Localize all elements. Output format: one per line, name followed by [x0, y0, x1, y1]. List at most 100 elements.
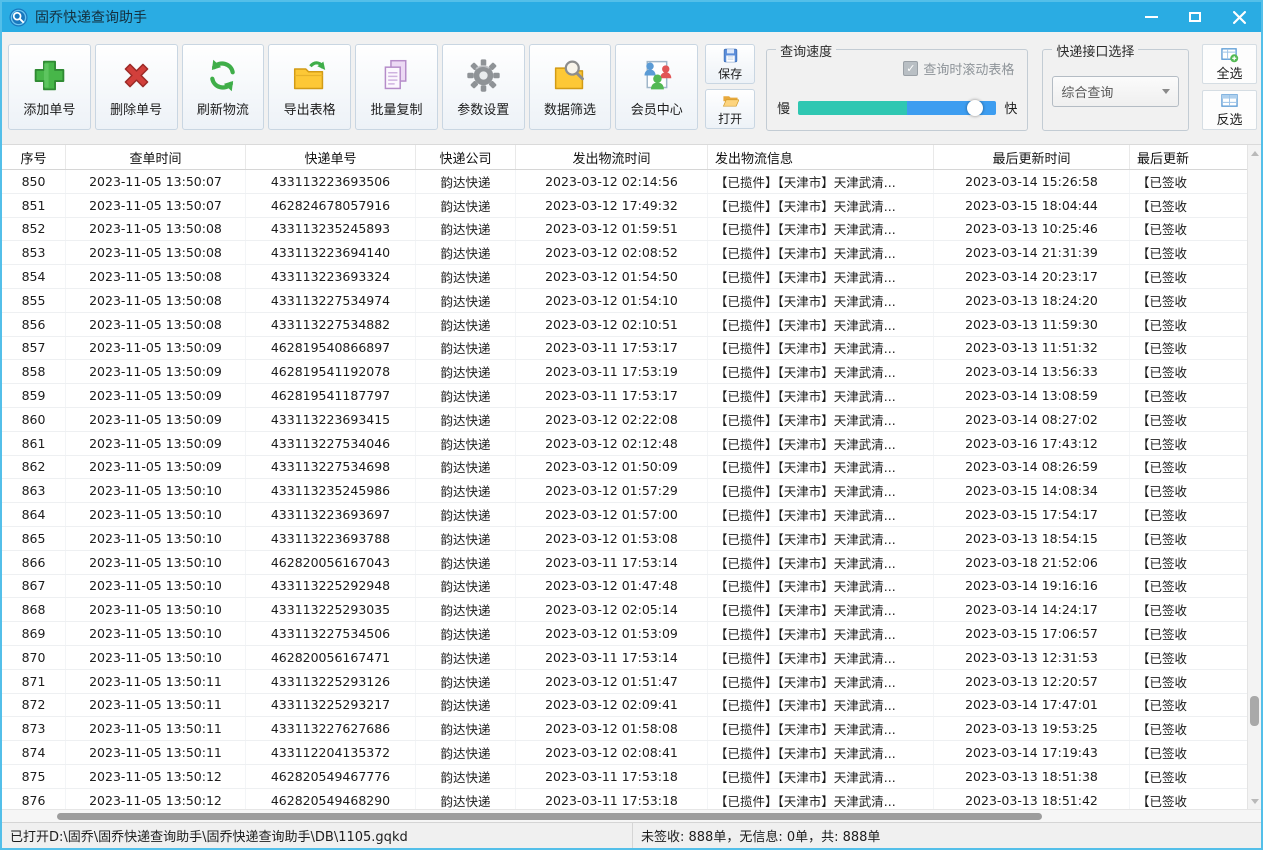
table-row[interactable]: 850 2023-11-05 13:50:07 433113223693506 韵达快… — [2, 170, 1261, 194]
table-cell: 2023-03-12 01:47:48 — [516, 574, 708, 598]
table-row[interactable]: 868 2023-11-05 13:50:10 433113225293035 韵达快… — [2, 598, 1261, 623]
speed-slider-thumb[interactable] — [966, 99, 983, 116]
column-header[interactable]: 快递单号 — [246, 145, 416, 169]
table-row[interactable]: 869 2023-11-05 13:50:10 433113227534506 韵达快… — [2, 622, 1261, 646]
table-row[interactable]: 866 2023-11-05 13:50:10 462820056167043 韵达快… — [2, 550, 1261, 575]
column-header[interactable]: 查单时间 — [66, 145, 246, 169]
horizontal-scrollbar-thumb[interactable] — [57, 813, 1042, 820]
table-cell: 852 — [2, 217, 66, 241]
table-cell: 875 — [2, 764, 66, 788]
table-row[interactable]: 873 2023-11-05 13:50:11 433113227627686 韵达快… — [2, 717, 1261, 742]
table-cell: 【已揽件】【天津市】天津武清... — [708, 717, 934, 741]
table-cell: 【已揽件】【天津市】天津武清... — [708, 217, 934, 241]
table-row[interactable]: 859 2023-11-05 13:50:09 462819541187797 韵达快… — [2, 384, 1261, 408]
scroll-table-checkbox[interactable] — [903, 61, 919, 76]
data-filter-button[interactable]: 数据筛选 — [528, 44, 612, 130]
table-row[interactable]: 874 2023-11-05 13:50:11 433112204135372 韵达快… — [2, 741, 1261, 765]
table-row[interactable]: 861 2023-11-05 13:50:09 433113227534046 韵达快… — [2, 431, 1261, 456]
maximize-button[interactable] — [1173, 2, 1217, 32]
delete-order-button[interactable]: 删除单号 — [94, 44, 178, 130]
table-row[interactable]: 862 2023-11-05 13:50:09 433113227534698 韵达快… — [2, 455, 1261, 480]
table-cell: 韵达快递 — [416, 431, 516, 455]
interface-dropdown[interactable]: 综合查询 — [1052, 76, 1179, 107]
table-cell: 【已揽件】【天津市】天津武清... — [708, 407, 934, 431]
vertical-scrollbar[interactable] — [1247, 145, 1261, 809]
query-speed-title: 查询速度 — [776, 41, 837, 60]
delete-icon — [124, 63, 148, 87]
table-cell: 2023-03-12 02:14:56 — [516, 170, 708, 193]
table-row[interactable]: 855 2023-11-05 13:50:08 433113227534974 韵达快… — [2, 288, 1261, 313]
table-cell: 433113223694140 — [246, 241, 416, 265]
speed-slider-track[interactable] — [798, 99, 997, 116]
table-cell: 433113223693415 — [246, 407, 416, 431]
column-header[interactable]: 最后更新 — [1130, 145, 1261, 169]
horizontal-scrollbar[interactable] — [2, 809, 1261, 822]
table-cell: 【已揽件】【天津市】天津武清... — [708, 170, 934, 193]
table-cell: 2023-03-12 01:54:10 — [516, 288, 708, 312]
table-row[interactable]: 865 2023-11-05 13:50:10 433113223693788 韵达快… — [2, 526, 1261, 551]
minimize-button[interactable] — [1129, 2, 1173, 32]
table-row[interactable]: 852 2023-11-05 13:50:08 433113235245893 韵达快… — [2, 217, 1261, 242]
table-cell: 2023-03-16 17:43:12 — [934, 431, 1130, 455]
table-cell: 866 — [2, 550, 66, 574]
scroll-up-button[interactable] — [1248, 145, 1261, 161]
table-cell: 2023-11-05 13:50:12 — [66, 788, 246, 809]
table-cell: 433113223693697 — [246, 503, 416, 526]
member-center-button[interactable]: 会员中心 — [615, 44, 699, 130]
add-order-button[interactable]: 添加单号 — [8, 44, 91, 130]
table-cell: 2023-03-14 14:24:17 — [934, 598, 1130, 622]
table-cell: 【已揽件】【天津市】天津武清... — [708, 645, 934, 669]
table-row[interactable]: 854 2023-11-05 13:50:08 433113223693324 韵达快… — [2, 265, 1261, 289]
table-cell: 【已签收 — [1130, 550, 1261, 574]
table-cell: 【已签收 — [1130, 312, 1261, 336]
vertical-scrollbar-thumb[interactable] — [1250, 696, 1259, 727]
invert-selection-button[interactable]: 反选 — [1201, 90, 1257, 130]
window-controls — [1129, 2, 1261, 32]
select-all-button[interactable]: 全选 — [1201, 44, 1257, 84]
table-row[interactable]: 870 2023-11-05 13:50:10 462820056167471 韵达快… — [2, 645, 1261, 670]
table-cell: 2023-11-05 13:50:10 — [66, 503, 246, 526]
table-row[interactable]: 857 2023-11-05 13:50:09 462819540866897 韵达快… — [2, 336, 1261, 361]
table-cell: 2023-11-05 13:50:10 — [66, 550, 246, 574]
table-row[interactable]: 875 2023-11-05 13:50:12 462820549467776 韵达快… — [2, 764, 1261, 789]
table-cell: 862 — [2, 455, 66, 479]
table-row[interactable]: 858 2023-11-05 13:50:09 462819541192078 韵达快… — [2, 360, 1261, 385]
table-row[interactable]: 876 2023-11-05 13:50:12 462820549468290 韵达快… — [2, 788, 1261, 809]
table-cell: 850 — [2, 170, 66, 193]
table-cell: 【已揽件】【天津市】天津武清... — [708, 312, 934, 336]
table-row[interactable]: 871 2023-11-05 13:50:11 433113225293126 韵达快… — [2, 669, 1261, 694]
table-cell: 【已签收 — [1130, 241, 1261, 265]
table-row[interactable]: 872 2023-11-05 13:50:11 433113225293217 韵达快… — [2, 693, 1261, 718]
table-row[interactable]: 856 2023-11-05 13:50:08 433113227534882 韵达快… — [2, 312, 1261, 337]
fast-label: 快 — [1004, 102, 1018, 117]
table-row[interactable]: 864 2023-11-05 13:50:10 433113223693697 韵达快… — [2, 503, 1261, 527]
table-cell: 【已揽件】【天津市】天津武清... — [708, 788, 934, 809]
open-button[interactable]: 打开 — [705, 89, 756, 129]
column-header[interactable]: 序号 — [2, 145, 66, 169]
batch-copy-button[interactable]: 批量复制 — [355, 44, 438, 130]
table-cell: 433112204135372 — [246, 741, 416, 764]
table-cell: 433113225293035 — [246, 598, 416, 622]
table-row[interactable]: 867 2023-11-05 13:50:10 433113225292948 韵达快… — [2, 574, 1261, 599]
table-cell: 861 — [2, 431, 66, 455]
table-row[interactable]: 863 2023-11-05 13:50:10 433113235245986 韵达快… — [2, 479, 1261, 504]
close-button[interactable] — [1217, 2, 1261, 32]
table-cell: 851 — [2, 193, 66, 217]
table-row[interactable]: 860 2023-11-05 13:50:09 433113223693415 韵达快… — [2, 407, 1261, 432]
table-row[interactable]: 851 2023-11-05 13:50:07 462824678057916 韵达快… — [2, 193, 1261, 218]
window-title: 固乔快递查询助手 — [35, 10, 147, 26]
table-cell: 864 — [2, 503, 66, 526]
refresh-logistics-button[interactable]: 刷新物流 — [181, 44, 265, 130]
table-cell: 2023-11-05 13:50:10 — [66, 574, 246, 598]
table-cell: 韵达快递 — [416, 717, 516, 741]
table-row[interactable]: 853 2023-11-05 13:50:08 433113223694140 韵达快… — [2, 241, 1261, 266]
save-button[interactable]: 保存 — [705, 44, 756, 84]
scroll-down-button[interactable] — [1248, 793, 1261, 809]
column-header[interactable]: 发出物流时间 — [516, 145, 708, 169]
column-header[interactable]: 发出物流信息 — [708, 145, 934, 169]
export-table-button[interactable]: 导出表格 — [268, 44, 352, 130]
table-cell: 2023-03-13 19:53:25 — [934, 717, 1130, 741]
column-header[interactable]: 快递公司 — [416, 145, 516, 169]
settings-button[interactable]: 参数设置 — [441, 44, 525, 130]
column-header[interactable]: 最后更新时间 — [934, 145, 1130, 169]
